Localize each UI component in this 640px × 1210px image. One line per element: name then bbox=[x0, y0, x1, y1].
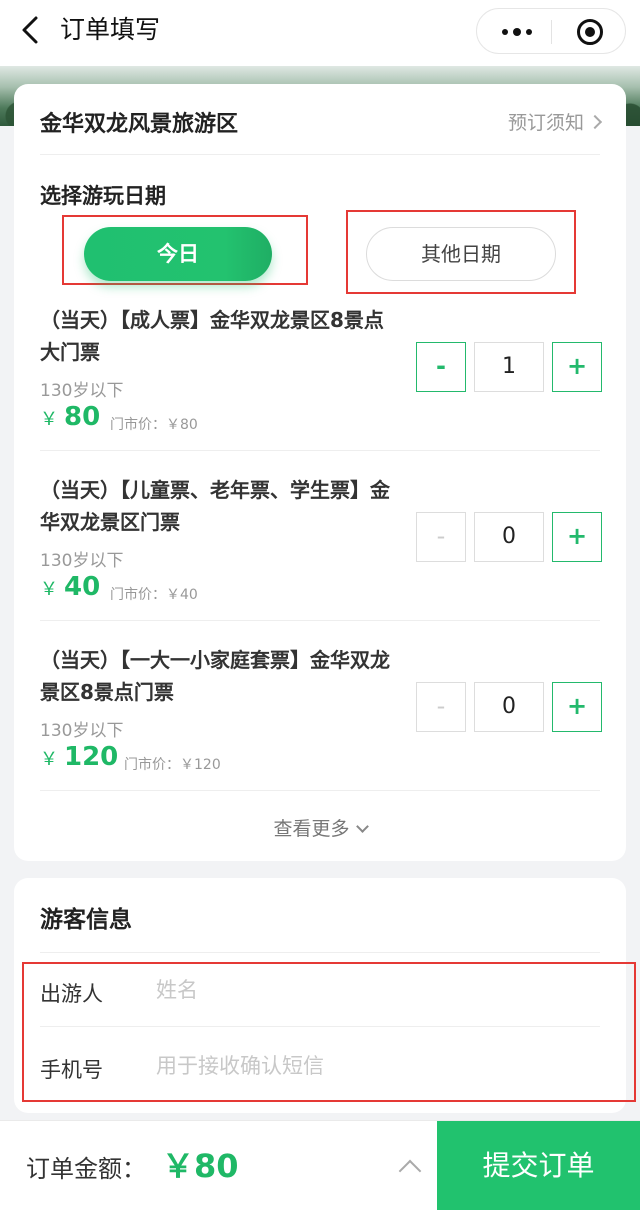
ticket-name: （当天）【儿童票、老年票、学生票】金华双龙景区门票 bbox=[40, 478, 390, 534]
ticket-item: （当天）【儿童票、老年票、学生票】金华双龙景区门票 130岁以下 ￥ 40 门市… bbox=[40, 474, 602, 634]
currency-symbol: ￥ bbox=[40, 579, 58, 600]
visitor-section-title: 游客信息 bbox=[40, 907, 132, 933]
chevron-right-icon bbox=[587, 114, 603, 129]
ticket-name: （当天）【成人票】金华双龙景区8景点大门票 bbox=[40, 308, 384, 364]
decrease-quantity-button[interactable]: - bbox=[416, 342, 466, 392]
nav-header: 订单填写 bbox=[0, 0, 640, 66]
ticket-price-value: 80 bbox=[64, 402, 101, 432]
decrease-quantity-button[interactable]: - bbox=[416, 512, 466, 562]
booking-notice-label: 预订须知 bbox=[507, 112, 584, 134]
market-price: 门市价：￥40 bbox=[110, 587, 198, 603]
ticket-price-value: 120 bbox=[64, 742, 119, 772]
market-price: 门市价：￥120 bbox=[124, 757, 221, 773]
more-options-icon[interactable] bbox=[497, 23, 537, 41]
view-more-label: 查看更多 bbox=[273, 818, 350, 840]
ticket-item: （当天）【一大一小家庭套票】金华双龙景区8景点门票 130岁以下 ￥ 120 门… bbox=[40, 644, 602, 804]
today-button[interactable]: 今日 bbox=[84, 227, 272, 281]
back-icon[interactable] bbox=[16, 12, 46, 48]
ticket-price-value: 40 bbox=[64, 572, 101, 602]
order-summary-bar: 订单金额： ￥80 提交订单 bbox=[0, 1120, 640, 1210]
decrease-quantity-button[interactable]: - bbox=[416, 682, 466, 732]
currency-symbol: ￥ bbox=[40, 749, 58, 770]
increase-quantity-button[interactable]: + bbox=[552, 512, 602, 562]
ticket-age-limit: 130岁以下 bbox=[40, 381, 124, 401]
quantity-value[interactable]: 0 bbox=[474, 682, 544, 732]
submit-order-button[interactable]: 提交订单 bbox=[437, 1121, 640, 1210]
scenic-name: 金华双龙风景旅游区 bbox=[40, 112, 239, 137]
ticket-age-limit: 130岁以下 bbox=[40, 721, 124, 741]
ticket-price: ￥ 120 bbox=[40, 742, 118, 772]
currency-symbol: ￥ bbox=[40, 409, 58, 430]
mini-program-capsule bbox=[476, 8, 626, 54]
annotation-box-visitor-fields bbox=[22, 962, 636, 1102]
page-title: 订单填写 bbox=[60, 15, 161, 44]
total-label: 订单金额： bbox=[26, 1155, 146, 1183]
ticket-age-limit: 130岁以下 bbox=[40, 551, 124, 571]
close-miniprogram-icon[interactable] bbox=[577, 19, 603, 45]
chevron-down-icon bbox=[355, 820, 369, 833]
increase-quantity-button[interactable]: + bbox=[552, 682, 602, 732]
ticket-card: 金华双龙风景旅游区 预订须知 选择游玩日期 今日 其他日期 （当天）【成人票】金… bbox=[14, 84, 626, 861]
ticket-price: ￥ 40 bbox=[40, 572, 100, 602]
booking-notice-link[interactable]: 预订须知 bbox=[507, 108, 603, 135]
chevron-up-icon[interactable] bbox=[398, 1159, 422, 1183]
ticket-item: （当天）【成人票】金华双龙景区8景点大门票 130岁以下 ￥ 80 门市价：￥8… bbox=[40, 304, 602, 464]
quantity-value[interactable]: 1 bbox=[474, 342, 544, 392]
date-section-label: 选择游玩日期 bbox=[40, 184, 166, 208]
ticket-name: （当天）【一大一小家庭套票】金华双龙景区8景点门票 bbox=[40, 648, 390, 704]
ticket-price: ￥ 80 bbox=[40, 402, 100, 432]
increase-quantity-button[interactable]: + bbox=[552, 342, 602, 392]
quantity-value[interactable]: 0 bbox=[474, 512, 544, 562]
total-amount: ￥80 bbox=[162, 1147, 239, 1185]
other-date-button[interactable]: 其他日期 bbox=[366, 227, 556, 281]
view-more-link[interactable]: 查看更多 bbox=[14, 814, 626, 841]
market-price: 门市价：￥80 bbox=[110, 417, 198, 433]
